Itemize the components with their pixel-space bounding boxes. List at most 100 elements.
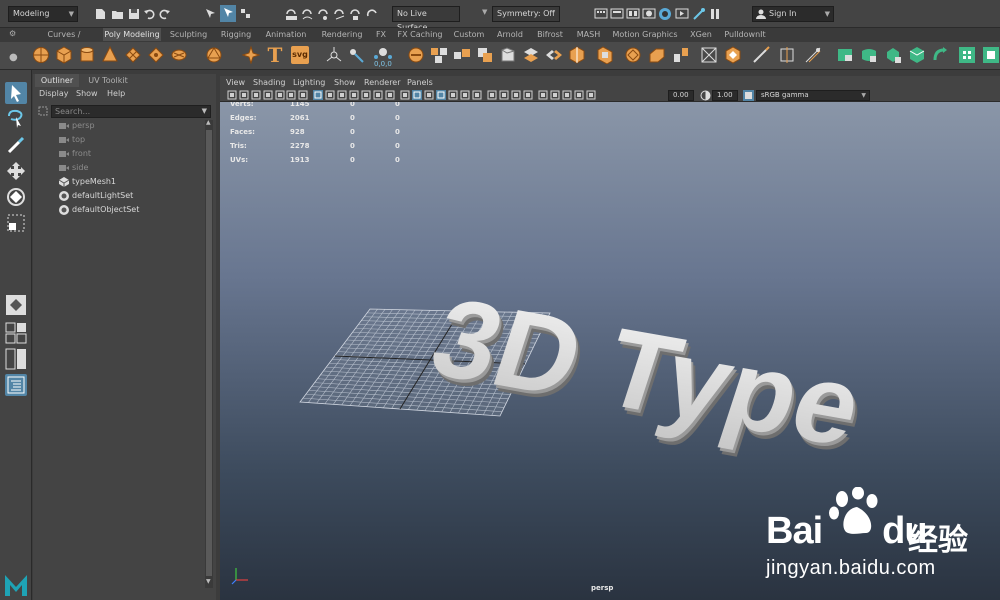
color-management-icon[interactable]	[743, 90, 754, 101]
shelf-tab-fx[interactable]: FX	[372, 28, 390, 41]
lock-camera-icon[interactable]	[239, 90, 249, 100]
snap-grid-icon[interactable]	[285, 8, 298, 21]
bridge-icon[interactable]	[672, 46, 690, 64]
menu-help[interactable]: Help	[107, 89, 125, 98]
select-components-icon[interactable]	[239, 7, 253, 21]
xray-joints-icon[interactable]	[562, 90, 572, 100]
lasso-tool-icon[interactable]	[5, 108, 27, 130]
render-view-icon[interactable]	[658, 7, 672, 21]
2d-pan-zoom-icon[interactable]	[286, 90, 296, 100]
menu-display[interactable]: Display	[39, 89, 69, 98]
super-shape-icon[interactable]	[242, 46, 260, 64]
ipr-render-icon[interactable]	[610, 7, 624, 21]
poly-cube-icon[interactable]	[55, 46, 73, 64]
smooth-icon[interactable]	[499, 46, 517, 64]
chevron-down-icon[interactable]: ▼	[482, 8, 487, 16]
camera-attributes-icon[interactable]	[251, 90, 261, 100]
poly-cylinder-icon[interactable]	[78, 46, 96, 64]
uv-planar-icon[interactable]	[836, 46, 854, 64]
grid-icon[interactable]	[313, 90, 323, 100]
insert-edge-loop-icon[interactable]	[778, 46, 796, 64]
xray-icon[interactable]	[550, 90, 560, 100]
type-tool-icon[interactable]: T	[266, 45, 284, 65]
scroll-up-icon[interactable]: ▲	[206, 119, 211, 126]
measure-distance-tool[interactable]: 0,0,0	[372, 46, 394, 68]
select-objects-button[interactable]	[220, 5, 236, 22]
safe-action-icon[interactable]	[373, 90, 383, 100]
outliner-item-typemesh1[interactable]: typeMesh1	[58, 176, 198, 188]
shelf-tab-motion-graphics[interactable]: Motion Graphics	[609, 28, 681, 41]
shelf-tab-custom[interactable]: Custom	[450, 28, 488, 41]
menu-view[interactable]: View	[226, 76, 245, 89]
anti-aliasing-icon[interactable]	[511, 90, 521, 100]
image-plane-icon[interactable]	[275, 90, 285, 100]
outliner-layout-button[interactable]	[5, 374, 27, 396]
open-scene-icon[interactable]	[111, 8, 124, 20]
svg-tool-icon[interactable]: svg	[291, 46, 309, 64]
paint-select-tool-icon[interactable]	[5, 134, 27, 156]
select-hierarchy-icon[interactable]	[204, 7, 218, 21]
redo-icon[interactable]	[159, 8, 171, 20]
uv-cylindrical-icon[interactable]	[860, 46, 878, 64]
use-all-lights-icon[interactable]	[460, 90, 470, 100]
side-by-side-layout-icon[interactable]	[5, 348, 27, 370]
snap-view-plane-icon[interactable]	[333, 8, 346, 21]
extrude-icon[interactable]	[700, 46, 718, 64]
separate-icon[interactable]	[430, 46, 448, 64]
playblast-icon[interactable]	[675, 7, 689, 21]
textured-icon[interactable]	[448, 90, 458, 100]
shelf-options-icon[interactable]: ●	[9, 52, 18, 63]
menu-set-dropdown[interactable]: Modeling ▼	[8, 6, 78, 22]
scale-tool-icon[interactable]	[5, 212, 27, 234]
sign-in-button[interactable]: Sign In ▼	[752, 6, 834, 22]
wireframe-icon[interactable]	[400, 90, 410, 100]
safe-title-icon[interactable]	[385, 90, 395, 100]
shelf-tab-bifrost[interactable]: Bifrost	[532, 28, 568, 41]
motion-blur-icon[interactable]	[499, 90, 509, 100]
quad-draw-icon[interactable]	[568, 46, 586, 64]
snap-curve-icon[interactable]	[301, 8, 314, 21]
four-pane-layout-icon[interactable]	[5, 322, 27, 344]
shelf-tab-poly-modeling[interactable]: Poly Modeling	[103, 28, 161, 41]
gate-mask-icon[interactable]	[349, 90, 359, 100]
uv-automatic-icon[interactable]	[908, 46, 926, 64]
append-polygon-icon[interactable]	[624, 46, 642, 64]
use-default-material-icon[interactable]	[424, 90, 434, 100]
film-gate-icon[interactable]	[325, 90, 335, 100]
poly-disc-icon[interactable]	[170, 46, 188, 64]
fill-hole-icon[interactable]	[596, 46, 614, 64]
extract-icon[interactable]	[453, 46, 471, 64]
uv-editor-icon[interactable]	[958, 46, 976, 64]
shelf-tab-animation[interactable]: Animation	[260, 28, 312, 41]
tab-outliner[interactable]: Outliner	[35, 74, 79, 87]
outliner-scrollbar[interactable]: ▲ ▼	[205, 119, 213, 588]
outliner-item-persp[interactable]: persp	[58, 120, 198, 132]
resolution-gate-icon[interactable]	[337, 90, 347, 100]
outliner-item-defaultobjectset[interactable]: defaultObjectSet	[58, 204, 198, 216]
shadows-icon[interactable]	[472, 90, 482, 100]
outliner-item-top[interactable]: top	[58, 134, 198, 146]
snap-point-icon[interactable]	[317, 8, 330, 21]
screen-space-ao-icon[interactable]	[487, 90, 497, 100]
shelf-tab-sculpting[interactable]: Sculpting	[165, 28, 212, 41]
viewport-3d[interactable]: Verts: 1145 0 0 Edges: 2061 0 0 Faces: 928 0 0 Tris:…	[220, 102, 1000, 600]
menu-panels[interactable]: Panels	[407, 76, 433, 89]
uv-spherical-icon[interactable]	[884, 46, 902, 64]
shelf-tab-curves-surfaces[interactable]: Curves / Surfaces	[29, 28, 99, 52]
menu-lighting[interactable]: Lighting	[293, 76, 325, 89]
snap-surface-icon[interactable]	[366, 8, 379, 21]
bookmarks-icon[interactable]	[263, 90, 273, 100]
symmetry-dropdown[interactable]: Symmetry: Off	[492, 6, 560, 22]
shelf-tab-rigging[interactable]: Rigging	[216, 28, 256, 41]
menu-show[interactable]: Show	[334, 76, 356, 89]
shelf-tab-xgen[interactable]: XGen	[685, 28, 717, 41]
menu-show[interactable]: Show	[76, 89, 98, 98]
wedge-icon[interactable]	[724, 46, 742, 64]
select-camera-icon[interactable]	[227, 90, 237, 100]
scrollbar-thumb[interactable]	[206, 130, 212, 576]
checker-icon[interactable]	[982, 46, 1000, 64]
measure-tool-icon[interactable]	[325, 46, 343, 64]
render-settings-icon[interactable]	[626, 7, 640, 21]
live-surface-field[interactable]: No Live Surface	[392, 6, 460, 32]
exposure-field[interactable]: 0.00	[668, 90, 694, 101]
